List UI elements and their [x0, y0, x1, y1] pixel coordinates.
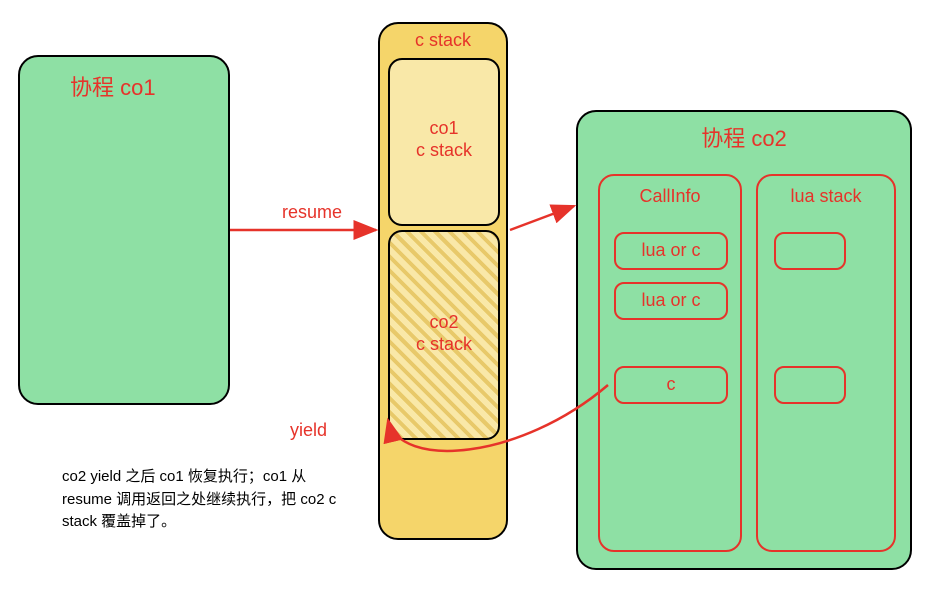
co1-cstack-block: co1 c stack — [388, 58, 500, 226]
luastack-item-0 — [774, 232, 846, 270]
callinfo-column: CallInfo lua or c lua or c c — [598, 174, 742, 552]
co2-cstack-block: co2 c stack — [388, 230, 500, 440]
luastack-label: lua stack — [758, 186, 894, 208]
co2-cstack-label: co2 c stack — [390, 312, 498, 355]
description-text: co2 yield 之后 co1 恢复执行；co1 从 resume 调用返回之… — [62, 466, 342, 534]
callinfo-item-0: lua or c — [614, 232, 728, 270]
callinfo-item-0-label: lua or c — [616, 240, 726, 262]
resume-label: resume — [282, 202, 342, 224]
co1-title: 协程 co1 — [70, 75, 156, 101]
callinfo-item-2-label: c — [616, 374, 726, 396]
luastack-item-1 — [774, 366, 846, 404]
co2-title: 协程 co2 — [578, 126, 910, 152]
callinfo-item-1: lua or c — [614, 282, 728, 320]
callinfo-item-1-label: lua or c — [616, 290, 726, 312]
callinfo-item-2: c — [614, 366, 728, 404]
luastack-column: lua stack — [756, 174, 896, 552]
co1-cstack-label: co1 c stack — [390, 118, 498, 161]
co2-box: 协程 co2 CallInfo lua or c lua or c c lua … — [576, 110, 912, 570]
callinfo-label: CallInfo — [600, 186, 740, 208]
co1-box: 协程 co1 — [18, 55, 230, 405]
cstack-title: c stack — [380, 30, 506, 52]
cstack-container: c stack co1 c stack co2 c stack — [378, 22, 508, 540]
yield-label: yield — [290, 420, 327, 442]
